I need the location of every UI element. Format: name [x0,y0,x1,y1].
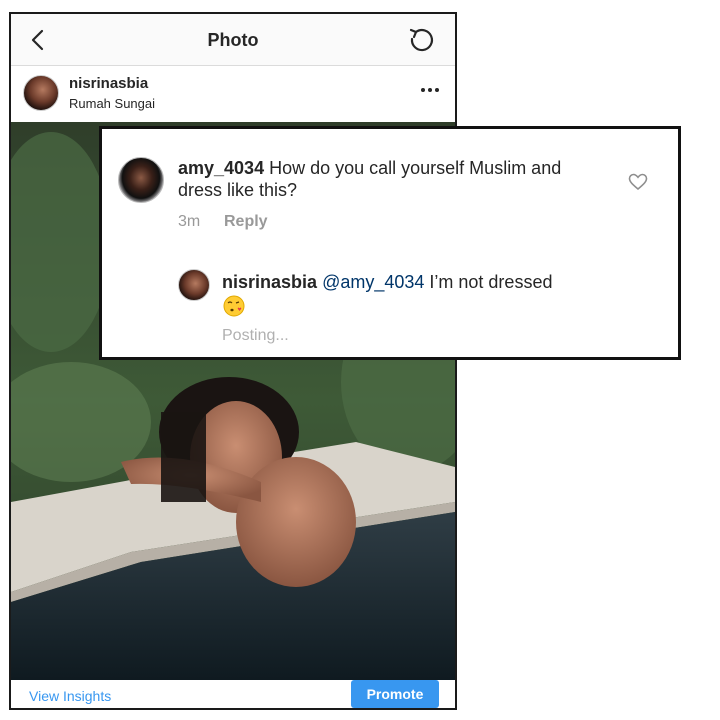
commenter-avatar[interactable] [118,157,164,203]
posting-status: Posting... [222,327,289,344]
post-location[interactable]: Rumah Sungai [69,96,155,111]
comment-thread-card: amy_4034 How do you call yourself Muslim… [99,126,681,360]
reply-body: nisrinasbia @amy_4034 I’m not dressed [222,271,622,293]
promote-button[interactable]: Promote [351,680,439,708]
heart-icon[interactable] [628,173,648,191]
top-navigation-bar: Photo [11,14,455,66]
post-author-avatar[interactable] [23,75,59,111]
page-title: Photo [207,30,259,50]
face-blowing-kiss-icon [223,295,245,317]
commenter-username[interactable]: amy_4034 [178,158,264,178]
comment-time: 3m [178,213,201,230]
phone-screen: Photo nisrinasbia Rumah Sungai View Insi… [9,12,457,710]
post-header: nisrinasbia Rumah Sungai [11,67,455,123]
reply-button[interactable]: Reply [224,213,268,231]
post-username[interactable]: nisrinasbia [69,75,148,92]
more-horizontal-icon[interactable] [419,83,441,97]
reply-text: I’m not dressed [424,272,553,292]
refresh-icon[interactable] [407,26,435,54]
post-bottom-bar: View Insights Promote [11,680,455,708]
replier-username[interactable]: nisrinasbia [222,272,317,292]
comment-body: amy_4034 How do you call yourself Muslim… [178,157,608,201]
reply-mention[interactable]: @amy_4034 [322,272,424,292]
replier-avatar[interactable] [178,269,210,301]
view-insights-link[interactable]: View Insights [29,688,111,704]
